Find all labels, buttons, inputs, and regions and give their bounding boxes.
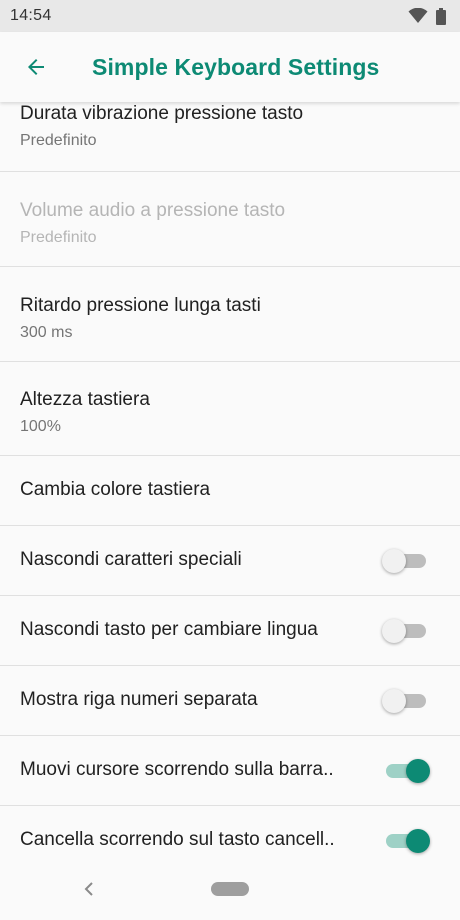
setting-delete-swipe[interactable]: Cancella scorrendo sul tasto cancell.. [0,806,460,860]
setting-title: Cambia colore tastiera [20,479,211,500]
setting-title: Cancella scorrendo sul tasto cancell.. [20,829,335,850]
setting-vibration-duration[interactable]: Durata vibrazione pressione tasto Predef… [0,102,460,172]
toggle-switch[interactable] [386,759,430,783]
home-pill-icon[interactable] [211,882,249,896]
setting-title: Muovi cursore scorrendo sulla barra.. [20,759,334,780]
toggle-switch[interactable] [386,829,430,853]
setting-title: Nascondi tasto per cambiare lingua [20,619,318,640]
status-bar: 14:54 [0,0,460,32]
setting-title: Altezza tastiera [20,389,150,410]
setting-value: 300 ms [20,324,73,341]
toggle-switch[interactable] [382,619,426,643]
setting-cursor-swipe[interactable]: Muovi cursore scorrendo sulla barra.. [0,736,460,806]
setting-title: Durata vibrazione pressione tasto [20,103,304,124]
setting-hide-special-chars[interactable]: Nascondi caratteri speciali [0,526,460,596]
setting-title: Nascondi caratteri speciali [20,549,242,570]
nav-back-icon[interactable] [80,880,98,898]
toggle-switch[interactable] [382,549,426,573]
setting-value: 100% [20,418,61,435]
arrow-back-icon [28,59,44,75]
settings-list[interactable]: Durata vibrazione pressione tasto Predef… [0,102,460,860]
setting-number-row[interactable]: Mostra riga numeri separata [0,666,460,736]
status-icons [408,7,446,25]
status-time: 14:54 [10,7,52,24]
wifi-icon [408,8,428,23]
setting-hide-language-key[interactable]: Nascondi tasto per cambiare lingua [0,596,460,666]
back-button[interactable] [0,32,72,102]
setting-keyboard-color[interactable]: Cambia colore tastiera [0,456,460,526]
battery-icon [436,7,446,25]
setting-value: Predefinito [20,132,97,149]
app-bar: Simple Keyboard Settings [0,32,460,102]
setting-value: Predefinito [20,229,97,246]
setting-title: Volume audio a pressione tasto [20,200,286,221]
setting-volume: Volume audio a pressione tasto Predefini… [0,173,460,267]
setting-title: Mostra riga numeri separata [20,689,258,710]
setting-long-press-delay[interactable]: Ritardo pressione lunga tasti 300 ms [0,268,460,362]
setting-keyboard-height[interactable]: Altezza tastiera 100% [0,362,460,456]
page-title: Simple Keyboard Settings [92,53,380,80]
setting-title: Ritardo pressione lunga tasti [20,295,261,316]
toggle-switch[interactable] [382,689,426,713]
